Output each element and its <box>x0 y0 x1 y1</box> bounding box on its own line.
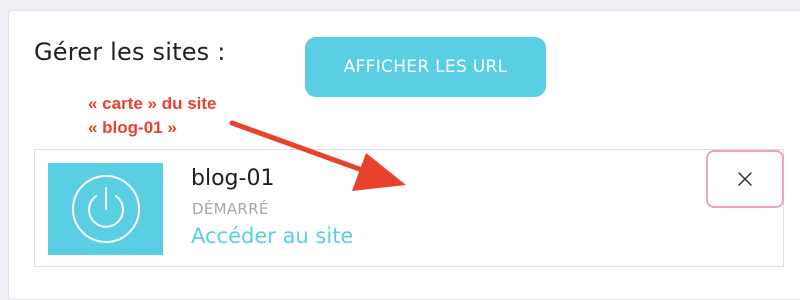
site-thumbnail <box>48 163 163 255</box>
close-icon <box>738 172 752 186</box>
page-title: Gérer les sites : <box>34 38 226 66</box>
annotation-line-2: « blog-01 » <box>88 118 177 137</box>
annotation-line-1: « carte » du site <box>88 94 217 113</box>
site-card: blog-01 DÉMARRÉ Accéder au site <box>34 149 784 267</box>
site-status: DÉMARRÉ <box>192 200 269 218</box>
visit-site-link[interactable]: Accéder au site <box>191 224 353 248</box>
close-button[interactable] <box>706 150 784 208</box>
show-urls-button[interactable]: AFFICHER LES URL <box>305 37 546 97</box>
annotation-callout: « carte » du site « blog-01 » <box>88 92 217 140</box>
site-name: blog-01 <box>191 166 275 191</box>
power-icon <box>71 175 140 243</box>
